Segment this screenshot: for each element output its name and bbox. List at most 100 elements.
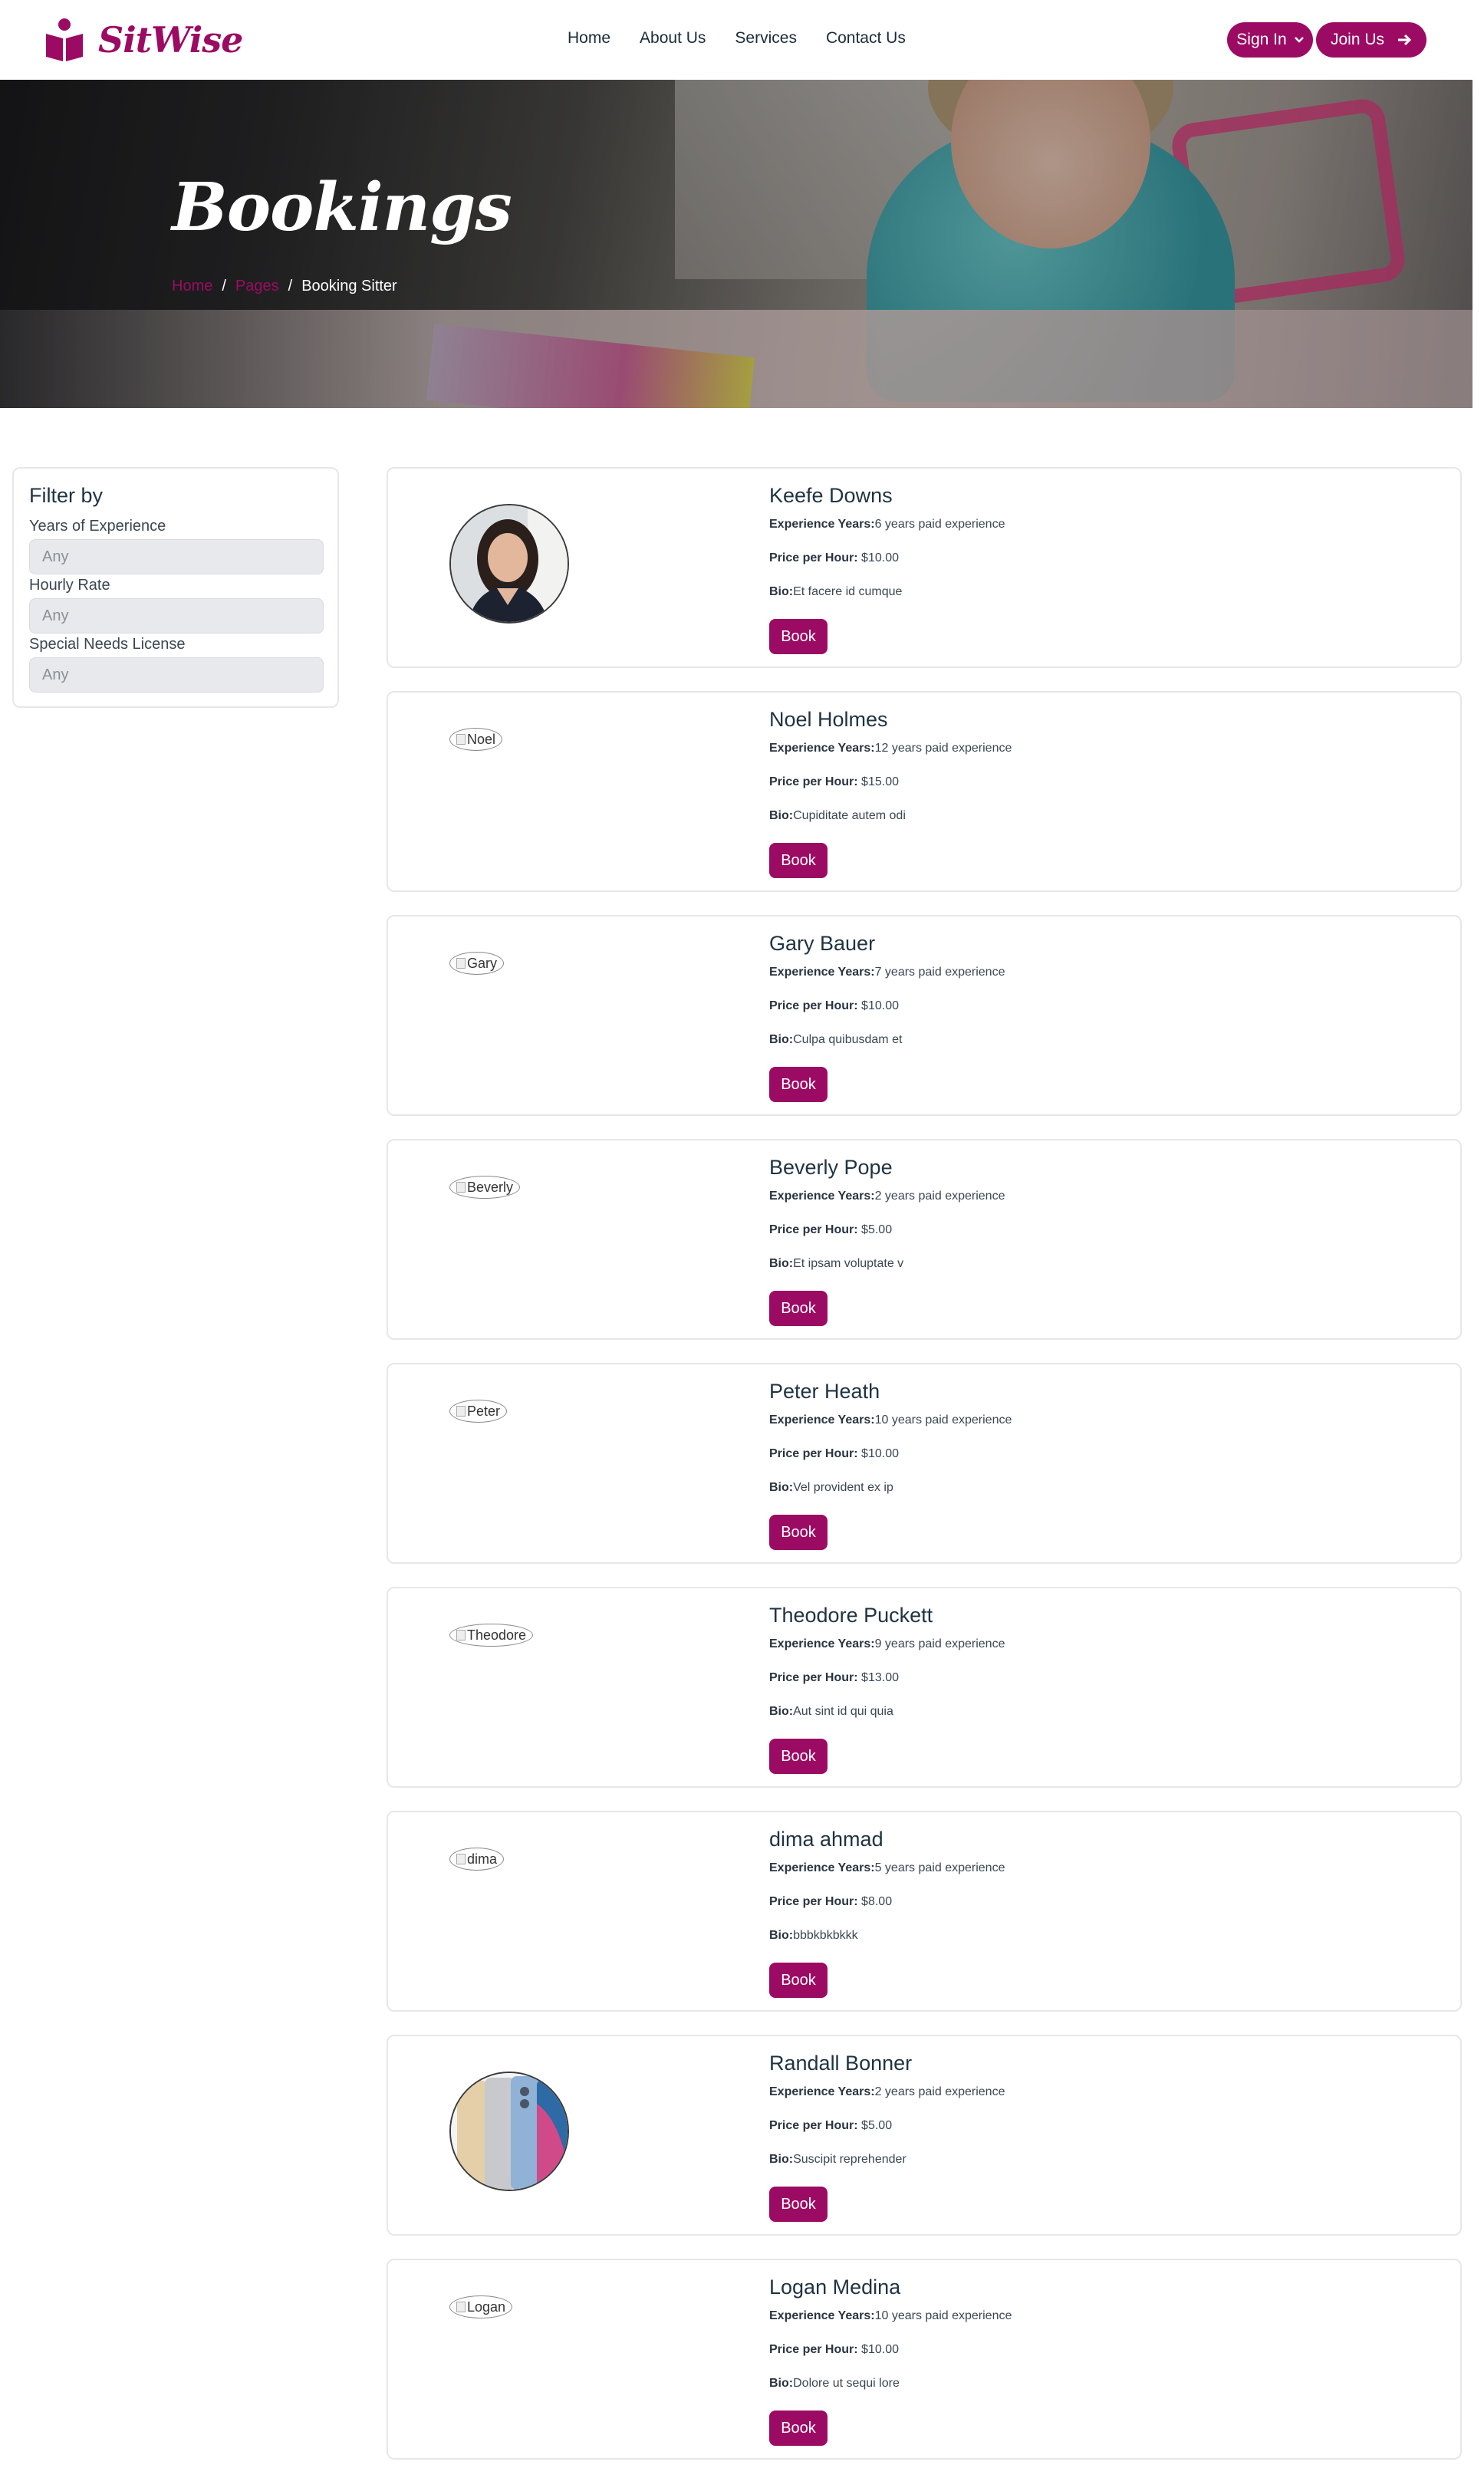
book-button[interactable]: Book: [769, 619, 828, 654]
broken-image-icon: [456, 734, 466, 745]
broken-image: Peter: [449, 1400, 508, 1423]
bio-value: Et facere id cumque: [793, 585, 903, 598]
broken-image-icon: [456, 1854, 466, 1864]
breadcrumb-separator: /: [222, 278, 226, 295]
breadcrumb-home[interactable]: Home: [172, 278, 212, 295]
book-button[interactable]: Book: [769, 1291, 828, 1326]
brand-logo[interactable]: SitWise: [44, 18, 243, 61]
bio-label: Bio:: [769, 2377, 794, 2390]
sitter-price: Price per Hour: $8.00: [769, 1895, 892, 1909]
nav-menu: Home About Us Services Contact Us: [568, 29, 906, 48]
broken-image: dima: [449, 1848, 505, 1871]
sitter-price: Price per Hour: $13.00: [769, 1671, 899, 1685]
bio-label: Bio:: [769, 809, 794, 822]
sitter-price: Price per Hour: $5.00: [769, 2119, 892, 2133]
broken-image-icon: [456, 1406, 466, 1417]
price-value: $5.00: [861, 2119, 893, 2132]
bio-value: bbbkbkbkkk: [793, 1929, 858, 1942]
experience-label: Experience Years:: [769, 742, 875, 755]
sitter-name: Keefe Downs: [769, 484, 893, 507]
price-value: $10.00: [861, 551, 899, 564]
bio-label: Bio:: [769, 1033, 794, 1046]
broken-image-icon: [456, 1630, 466, 1640]
experience-value: 7 years paid experience: [874, 966, 1005, 979]
sitter-price: Price per Hour: $5.00: [769, 1223, 892, 1237]
sitter-experience: Experience Years:2 years paid experience: [769, 2085, 1005, 2099]
sign-in-button[interactable]: Sign In: [1227, 22, 1313, 58]
sitter-price: Price per Hour: $10.00: [769, 551, 899, 565]
bio-label: Bio:: [769, 585, 794, 598]
filter-panel: Filter by Years of Experience Any Hourly…: [12, 467, 339, 708]
hero-banner: Bookings Home / Pages / Booking Sitter: [0, 80, 1472, 408]
book-button[interactable]: Book: [769, 1963, 828, 1998]
broken-image-icon: [456, 958, 466, 969]
price-label: Price per Hour:: [769, 1223, 858, 1236]
sitter-bio: Bio:Vel provident ex ip: [769, 1481, 893, 1495]
experience-label: Experience Years:: [769, 2309, 875, 2322]
book-button[interactable]: Book: [769, 2411, 828, 2446]
hourly-rate-select[interactable]: Any: [29, 598, 324, 633]
special-needs-select[interactable]: Any: [29, 657, 324, 693]
nav-services[interactable]: Services: [735, 29, 797, 48]
experience-select[interactable]: Any: [29, 539, 324, 574]
book-button[interactable]: Book: [769, 2187, 828, 2222]
broken-image-icon: [456, 2302, 466, 2312]
sitter-name: Gary Bauer: [769, 932, 876, 955]
sitter-card: Noel Noel Holmes Experience Years:12 yea…: [387, 691, 1462, 892]
image-alt-text: Peter: [467, 1403, 501, 1419]
price-value: $13.00: [861, 1671, 899, 1684]
bio-label: Bio:: [769, 2153, 794, 2166]
arrow-right-icon: [1398, 34, 1412, 46]
breadcrumb-current: Booking Sitter: [301, 278, 397, 295]
chevron-down-icon: [1294, 37, 1304, 43]
experience-label: Experience Years:: [769, 518, 875, 531]
broken-image: Gary: [449, 952, 505, 975]
filter-label-hourly-rate: Hourly Rate: [29, 577, 110, 594]
sitter-price: Price per Hour: $10.00: [769, 2343, 899, 2357]
sitter-card: Keefe Downs Experience Years:6 years pai…: [387, 467, 1462, 668]
sitter-experience: Experience Years:2 years paid experience: [769, 1190, 1005, 1203]
sitter-card: dima dima ahmad Experience Years:5 years…: [387, 1811, 1462, 2012]
broken-image: Beverly: [449, 1176, 521, 1199]
broken-image: Noel: [449, 728, 503, 751]
bio-value: Aut sint id qui quia: [793, 1705, 893, 1718]
sitter-card: Peter Peter Heath Experience Years:10 ye…: [387, 1363, 1462, 1564]
sitter-card: Theodore Theodore Puckett Experience Yea…: [387, 1587, 1462, 1788]
image-alt-text: Gary: [467, 955, 498, 971]
bio-value: Culpa quibusdam et: [793, 1033, 903, 1046]
sitter-experience: Experience Years:5 years paid experience: [769, 1861, 1005, 1875]
nav-contact[interactable]: Contact Us: [826, 29, 906, 48]
sitter-bio: Bio:Culpa quibusdam et: [769, 1033, 902, 1047]
broken-image: Theodore: [449, 1624, 534, 1647]
experience-value: 2 years paid experience: [874, 1190, 1005, 1203]
sitter-card: Gary Gary Bauer Experience Years:7 years…: [387, 915, 1462, 1116]
sitter-avatar: [449, 504, 569, 624]
nav-about[interactable]: About Us: [640, 29, 706, 48]
price-value: $10.00: [861, 2343, 899, 2356]
price-value: $10.00: [861, 999, 899, 1012]
book-button[interactable]: Book: [769, 1739, 828, 1774]
price-label: Price per Hour:: [769, 1447, 858, 1460]
sitter-experience: Experience Years:7 years paid experience: [769, 966, 1005, 979]
navbar: SitWise Home About Us Services Contact U…: [0, 0, 1472, 80]
experience-value: 5 years paid experience: [874, 1861, 1005, 1874]
book-button[interactable]: Book: [769, 1515, 828, 1550]
sitter-name: Theodore Puckett: [769, 1604, 933, 1627]
book-button[interactable]: Book: [769, 1067, 828, 1102]
experience-value: 9 years paid experience: [874, 1637, 1005, 1650]
join-us-button[interactable]: Join Us: [1316, 22, 1426, 58]
image-alt-text: Theodore: [467, 1627, 527, 1643]
experience-label: Experience Years:: [769, 2085, 875, 2098]
price-label: Price per Hour:: [769, 1895, 858, 1908]
nav-home[interactable]: Home: [568, 29, 610, 48]
book-button[interactable]: Book: [769, 843, 828, 878]
breadcrumb-separator: /: [288, 278, 293, 295]
price-value: $15.00: [861, 775, 899, 788]
sitter-bio: Bio:Suscipit reprehender: [769, 2153, 907, 2167]
breadcrumb-pages[interactable]: Pages: [235, 278, 279, 295]
sitter-experience: Experience Years:10 years paid experienc…: [769, 2309, 1012, 2323]
bio-label: Bio:: [769, 1705, 794, 1718]
bio-label: Bio:: [769, 1257, 794, 1270]
sitter-bio: Bio:Aut sint id qui quia: [769, 1705, 893, 1719]
filter-label-experience: Years of Experience: [29, 518, 166, 535]
